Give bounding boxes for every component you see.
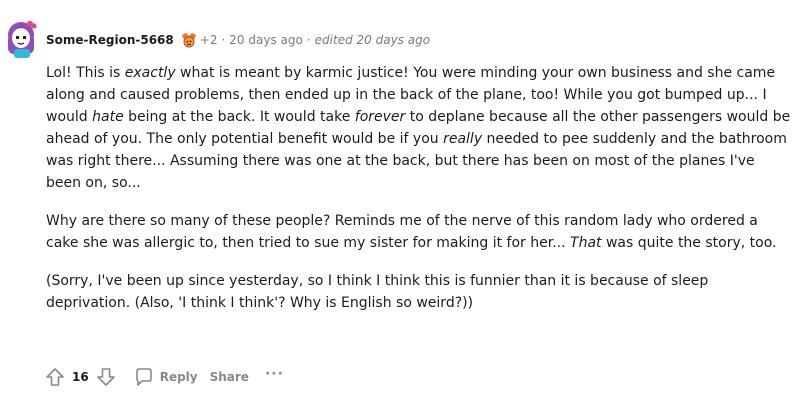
separator-dot: · <box>306 33 311 47</box>
avatar[interactable] <box>6 18 38 58</box>
downvote-icon[interactable] <box>96 367 116 387</box>
comment-body: Lol! This is exactly what is meant by ka… <box>46 62 794 330</box>
reply-button[interactable]: Reply <box>134 367 198 387</box>
comment-paragraph: Why are there so many of these people? R… <box>46 213 777 251</box>
award-badge-icon[interactable] <box>180 32 198 48</box>
comment-paragraph: (Sorry, I've been up since yesterday, so… <box>46 273 709 311</box>
comment-header: Some-Region-5668 +2 · 20 days ago · edit… <box>46 31 430 49</box>
speech-bubble-icon <box>135 368 152 386</box>
edited-timestamp: edited 20 days ago <box>314 33 431 47</box>
vote-score: 16 <box>72 370 89 384</box>
comment: Some-Region-5668 +2 · 20 days ago · edit… <box>0 0 812 400</box>
reply-label: Reply <box>159 370 198 384</box>
separator-dot: · <box>221 33 226 47</box>
more-options-icon[interactable]: ··· <box>265 366 284 382</box>
award-count[interactable]: +2 <box>200 33 218 47</box>
comment-actions: 16 Reply Share ··· <box>45 366 284 388</box>
share-button[interactable]: Share <box>210 370 249 384</box>
comment-age[interactable]: 20 days ago <box>229 33 303 47</box>
author-name[interactable]: Some-Region-5668 <box>46 33 174 47</box>
comment-paragraph: Lol! This is exactly what is meant by ka… <box>46 65 791 191</box>
upvote-icon[interactable] <box>45 367 65 387</box>
